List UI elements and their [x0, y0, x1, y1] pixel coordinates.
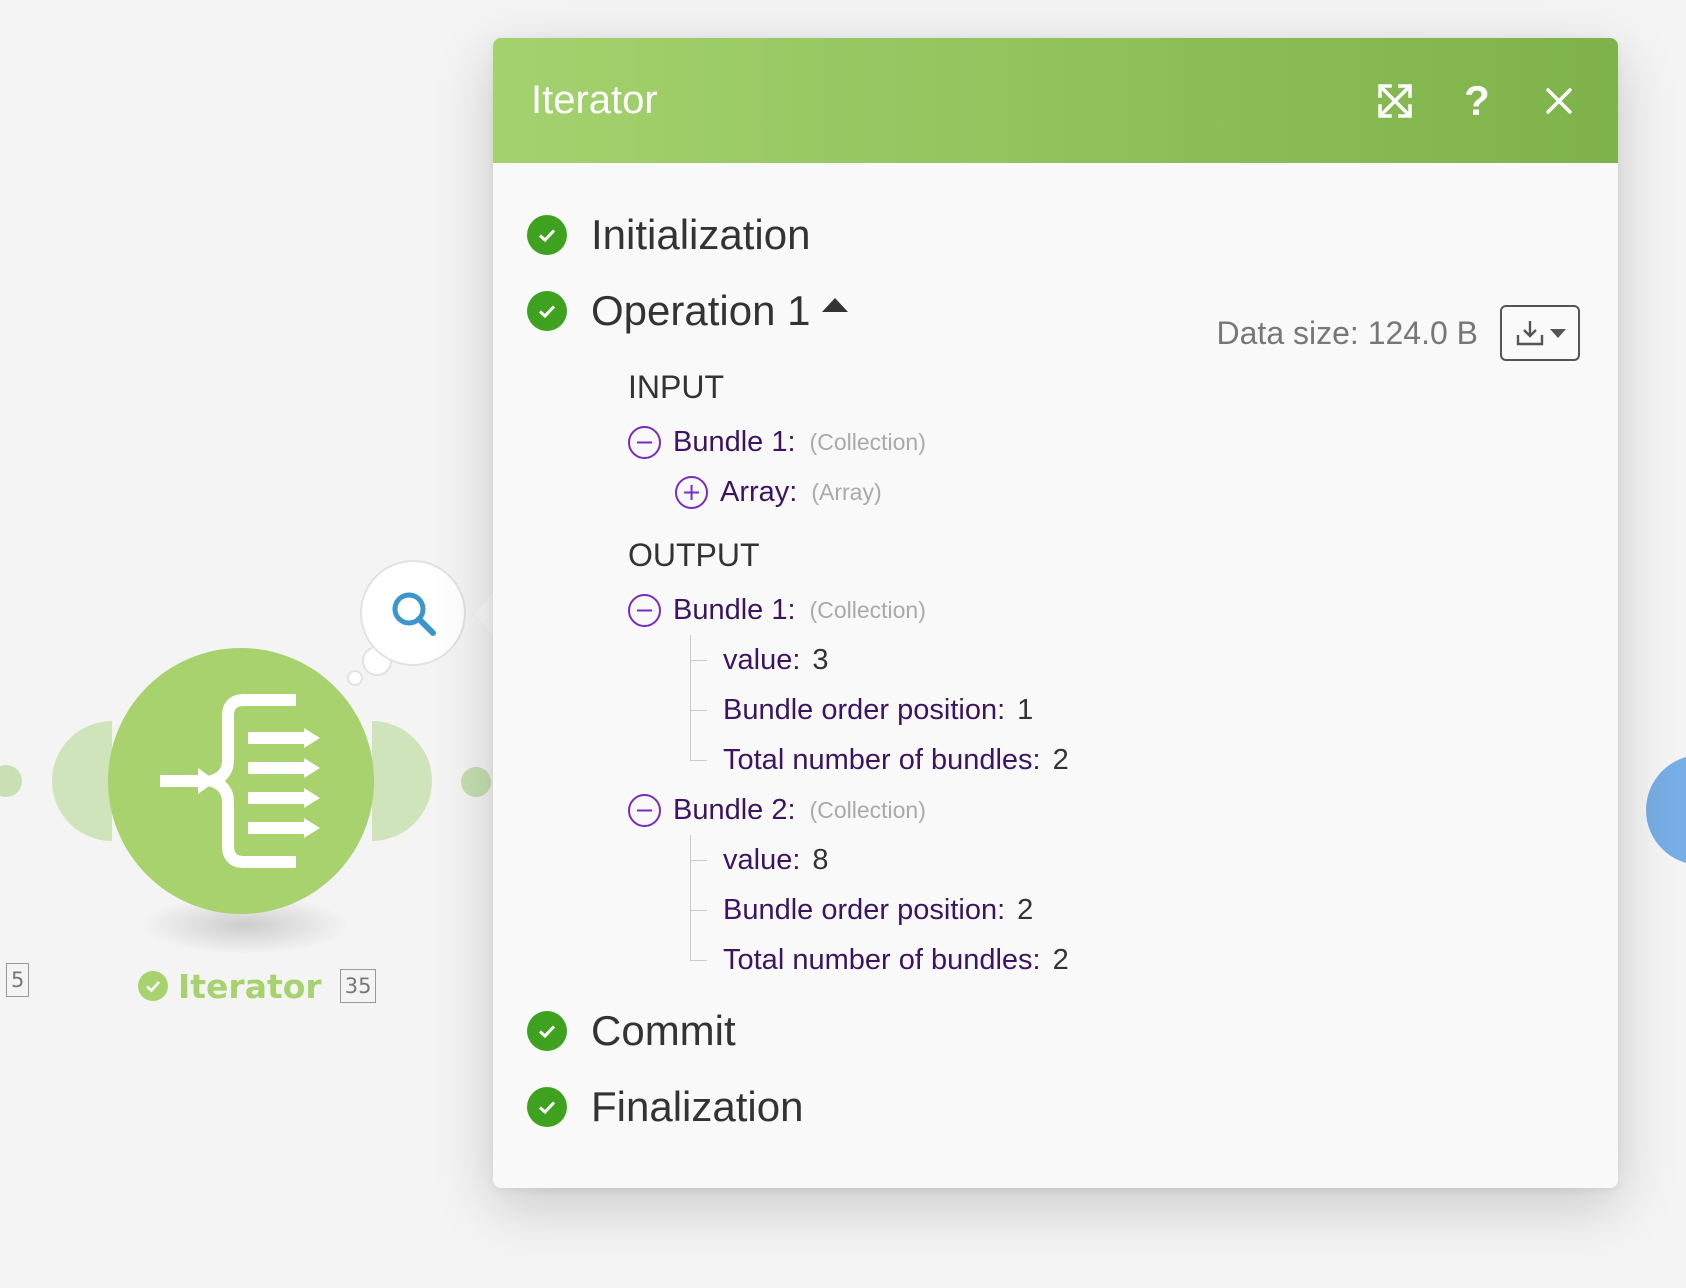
- collapse-minus-icon[interactable]: −: [628, 793, 661, 827]
- field-key: value:: [723, 843, 801, 876]
- array-label: Array:: [720, 475, 798, 508]
- expand-button[interactable]: [1374, 80, 1416, 122]
- execution-inspector-panel: Iterator ? Initialization Operation 1 Da…: [493, 38, 1618, 1188]
- phase-label: Finalization: [591, 1083, 804, 1130]
- success-check-icon: [527, 291, 567, 331]
- field-key: value:: [723, 643, 801, 676]
- phase-initialization[interactable]: Initialization: [527, 197, 1618, 273]
- check-icon: [138, 971, 168, 1001]
- type-hint: (Collection): [809, 596, 926, 623]
- phase-finalization[interactable]: Finalization: [527, 1069, 1618, 1145]
- operations-count-right: 35: [339, 969, 377, 1003]
- type-hint: (Collection): [809, 428, 926, 455]
- download-button[interactable]: [1500, 305, 1580, 361]
- success-check-icon: [527, 1087, 567, 1127]
- input-array-row[interactable]: + Array: (Array): [675, 467, 1618, 517]
- field-row: value: 3: [691, 635, 1618, 685]
- iterator-module[interactable]: [108, 648, 374, 914]
- collapse-caret-icon[interactable]: [822, 298, 849, 312]
- field-row: Bundle order position: 2: [691, 885, 1618, 935]
- output-section-title: OUTPUT: [628, 536, 760, 573]
- field-value: 2: [1052, 943, 1069, 976]
- bundle-label: Bundle 1:: [673, 425, 796, 458]
- close-icon: [1546, 87, 1572, 114]
- success-check-icon: [527, 1011, 567, 1051]
- connector-dot-right: [461, 767, 491, 797]
- field-row: Total number of bundles: 2: [691, 735, 1618, 785]
- output-tree: − Bundle 1: (Collection) value: 3 Bundle…: [628, 585, 1618, 985]
- type-hint: (Array): [811, 478, 882, 505]
- data-size-group: Data size: 124.0 B: [1217, 305, 1580, 361]
- expand-icon: [1378, 83, 1412, 118]
- input-section-title: INPUT: [628, 368, 724, 405]
- field-value: 2: [1017, 893, 1034, 926]
- bundle-label: Bundle 2:: [673, 793, 796, 826]
- phase-label: Commit: [591, 1007, 736, 1054]
- bundle-fields: value: 3 Bundle order position: 1 Total …: [689, 635, 1618, 785]
- panel-header: Iterator ?: [493, 38, 1618, 163]
- connector-dot-left: [0, 765, 22, 797]
- field-key: Bundle order position:: [723, 893, 1006, 926]
- panel-title: Iterator: [531, 78, 658, 122]
- data-size-label: Data size: 124.0 B: [1216, 314, 1478, 351]
- field-value: 2: [1052, 743, 1069, 776]
- panel-pointer: [475, 590, 495, 638]
- field-value: 1: [1017, 693, 1034, 726]
- field-row: Total number of bundles: 2: [691, 935, 1618, 985]
- module-handle-right[interactable]: [372, 721, 432, 841]
- field-key: Bundle order position:: [723, 693, 1006, 726]
- phase-label: Operation 1: [591, 287, 811, 334]
- chevron-down-icon: [1550, 328, 1566, 338]
- module-label-row: Iterator 35: [138, 962, 377, 1010]
- help-button[interactable]: ?: [1456, 76, 1498, 124]
- next-module-partial[interactable]: [1646, 755, 1686, 865]
- module-name[interactable]: Iterator: [178, 967, 322, 1006]
- inspect-bubble[interactable]: [360, 560, 466, 666]
- operations-count-left: 5: [6, 963, 30, 997]
- header-actions: ?: [1374, 76, 1580, 124]
- field-value: 8: [812, 843, 829, 876]
- field-key: Total number of bundles:: [723, 743, 1041, 776]
- bundle-label: Bundle 1:: [673, 593, 796, 626]
- output-bundle-row[interactable]: − Bundle 2: (Collection): [628, 785, 1618, 835]
- module-handle-left[interactable]: [52, 721, 112, 841]
- expand-plus-icon[interactable]: +: [675, 475, 708, 509]
- collapse-minus-icon[interactable]: −: [628, 593, 661, 627]
- type-hint: (Collection): [809, 796, 926, 823]
- field-key: Total number of bundles:: [723, 943, 1041, 976]
- input-bundle-row[interactable]: − Bundle 1: (Collection): [628, 417, 1618, 467]
- field-value: 3: [812, 643, 829, 676]
- search-icon: [392, 592, 436, 636]
- input-tree: − Bundle 1: (Collection) + Array: (Array…: [628, 417, 1618, 517]
- collapse-minus-icon[interactable]: −: [628, 425, 661, 459]
- bubble-tail-small: [347, 670, 363, 686]
- phase-label: Initialization: [591, 211, 811, 258]
- help-icon: ?: [1464, 76, 1490, 124]
- success-check-icon: [527, 215, 567, 255]
- output-bundle-row[interactable]: − Bundle 1: (Collection): [628, 585, 1618, 635]
- panel-body: Initialization Operation 1 Data size: 12…: [493, 197, 1618, 1145]
- phase-commit[interactable]: Commit: [527, 993, 1618, 1069]
- iterator-icon: [160, 694, 320, 868]
- field-row: Bundle order position: 1: [691, 685, 1618, 735]
- bundle-fields: value: 8 Bundle order position: 2 Total …: [689, 835, 1618, 985]
- field-row: value: 8: [691, 835, 1618, 885]
- close-button[interactable]: [1538, 80, 1580, 122]
- download-icon: [1516, 321, 1544, 346]
